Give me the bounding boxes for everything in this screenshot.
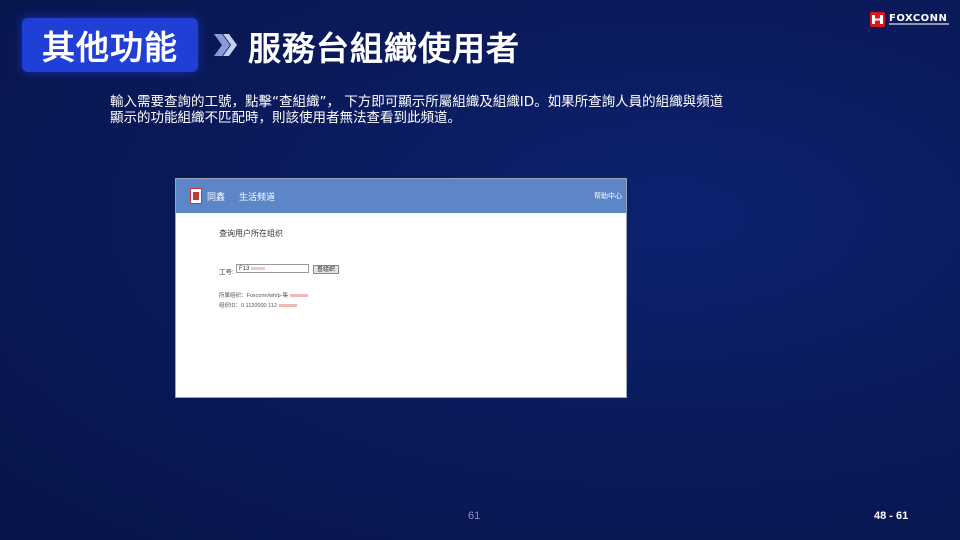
description-line-2: 顯示的功能組織不匹配時，則該使用者無法查看到此頻道。 xyxy=(110,110,461,126)
section-tag: 其他功能 xyxy=(22,18,198,72)
employee-id-label: 工号: xyxy=(219,269,234,276)
screenshot-header: 同鑫 生活频道 帮助中心 xyxy=(176,179,626,213)
query-org-button[interactable]: 查组织 xyxy=(313,265,339,274)
result-organization-text: 所属组织：Foxconn/wh/p-集 xyxy=(219,293,289,299)
employee-id-input[interactable]: F13 xyxy=(236,264,309,273)
logo-tagline xyxy=(889,23,949,25)
page-number: 61 xyxy=(468,510,481,522)
embedded-screenshot: 同鑫 生活频道 帮助中心 查询用户所在组织 工号: F13 查组织 所属组织：F… xyxy=(175,178,627,398)
description: 輸入需要查詢的工號，點擊“查組織”， 下方即可顯示所屬組織及組織ID。如果所查詢… xyxy=(110,94,770,126)
redaction-mark xyxy=(278,304,297,308)
employee-id-value: F13 xyxy=(239,266,250,272)
portal-channel-name: 生活频道 xyxy=(239,191,276,202)
result-organization-id: 组织ID：0 1120000 112 xyxy=(219,301,297,309)
page-title: 服務台組織使用者 xyxy=(248,29,520,68)
redaction-mark xyxy=(251,266,266,270)
help-center-link[interactable]: 帮助中心 xyxy=(594,191,622,201)
description-line-1: 輸入需要查詢的工號，點擊“查組織”， 下方即可顯示所屬組織及組織ID。如果所查詢… xyxy=(110,94,724,110)
page-range: 48 - 61 xyxy=(874,510,909,522)
portal-brand: 同鑫 xyxy=(207,191,226,202)
foxconn-logo: FOXCONN xyxy=(870,10,950,28)
foxconn-logo-icon xyxy=(870,11,885,27)
result-organization-id-text: 组织ID：0 1120000 112 xyxy=(219,303,277,309)
query-heading: 查询用户所在组织 xyxy=(219,229,283,238)
result-organization: 所属组织：Foxconn/wh/p-集 xyxy=(219,291,309,299)
portal-logo-icon xyxy=(190,188,202,204)
redaction-mark xyxy=(290,294,309,298)
chevron-right-icon xyxy=(214,34,237,56)
